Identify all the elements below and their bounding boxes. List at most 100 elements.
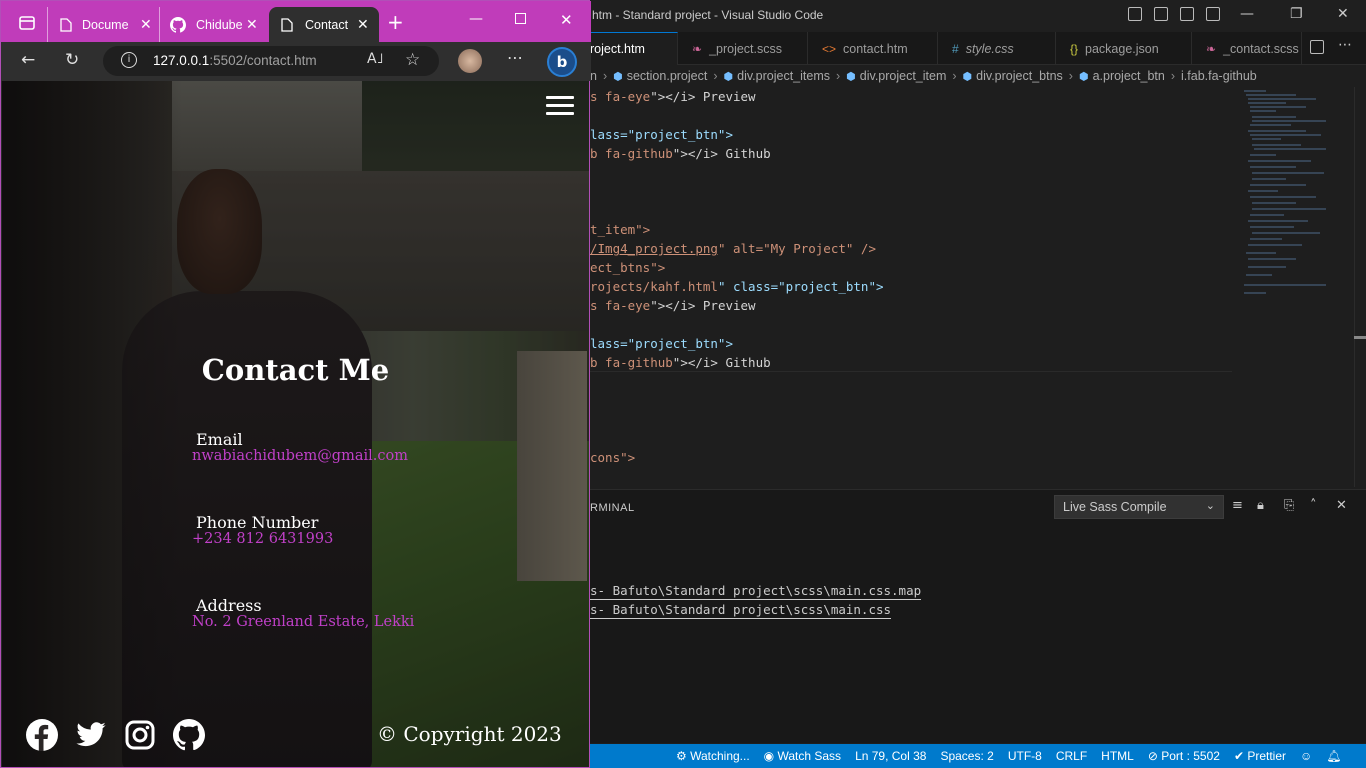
output-channel-select[interactable]: Live Sass Compile ⌄ bbox=[1054, 495, 1224, 519]
breadcrumb-item[interactable]: i.fab.fa-github bbox=[1181, 69, 1257, 83]
tab-project-scss[interactable]: ❧ _project.scss bbox=[678, 32, 808, 65]
breadcrumb-item[interactable]: n bbox=[590, 69, 597, 83]
document-icon bbox=[60, 17, 72, 32]
page-title: Contact Me bbox=[201, 353, 390, 387]
close-tab-icon[interactable]: ✕ bbox=[140, 16, 152, 33]
minimap[interactable] bbox=[1236, 87, 1356, 307]
minimize-icon[interactable]: — bbox=[469, 11, 483, 27]
hamburger-menu-icon[interactable] bbox=[546, 96, 574, 116]
browser-tab-document[interactable]: Docume ✕ bbox=[47, 7, 159, 42]
profile-avatar[interactable] bbox=[458, 49, 482, 73]
close-tab-icon[interactable]: ✕ bbox=[246, 16, 258, 33]
status-encoding[interactable]: UTF-8 bbox=[1008, 749, 1042, 763]
browser-tab-github[interactable]: Chidube ✕ bbox=[159, 7, 267, 42]
chevron-down-icon: ⌄ bbox=[1205, 500, 1215, 512]
status-prettier[interactable]: ✔ Prettier bbox=[1234, 749, 1286, 763]
status-cursor-position[interactable]: Ln 79, Col 38 bbox=[855, 749, 926, 763]
tab-label: roject.htm bbox=[590, 42, 645, 56]
browser-tab-contact[interactable]: Contact ✕ bbox=[269, 7, 379, 42]
scrollbar-thumb[interactable] bbox=[1354, 336, 1366, 339]
close-window-icon[interactable]: ✕ bbox=[560, 11, 573, 29]
code-line: lass="project_btn"> bbox=[590, 336, 733, 351]
toggle-secondary-sidebar-icon[interactable] bbox=[1180, 7, 1194, 21]
status-live-server-port[interactable]: ⊘ Port : 5502 bbox=[1148, 749, 1220, 763]
lock-icon[interactable]: 🔒︎ bbox=[1257, 498, 1264, 513]
email-label: Email bbox=[196, 430, 243, 449]
feedback-icon[interactable]: ☺ bbox=[1300, 749, 1312, 763]
terminal-panel: RMINAL Live Sass Compile ⌄ ≡ 🔒︎ ⎘ ˄ ✕ s-… bbox=[590, 489, 1366, 743]
address-bar[interactable]: i 127.0.0.1:5502/contact.htm A˩ ☆ bbox=[103, 46, 439, 76]
breadcrumb-item[interactable]: ⬢ a.project_btn bbox=[1079, 69, 1165, 83]
maximize-icon[interactable] bbox=[515, 13, 526, 24]
code-editor[interactable]: s fa-eye"></i> Preview lass="project_btn… bbox=[590, 87, 1232, 487]
notifications-bell-icon[interactable]: 🔔︎ bbox=[1326, 749, 1341, 763]
toggle-sidebar-icon[interactable] bbox=[1128, 7, 1142, 21]
more-actions-icon[interactable]: ⋯ bbox=[1338, 37, 1352, 53]
chevron-right-icon: › bbox=[713, 69, 718, 83]
tab-style-css[interactable]: # style.css bbox=[938, 32, 1056, 65]
code-line: s fa-eye"></i> Preview bbox=[590, 298, 756, 313]
document-icon bbox=[281, 17, 293, 32]
tab-label: contact.htm bbox=[843, 41, 908, 56]
tab-actions-icon[interactable] bbox=[19, 16, 35, 30]
sass-file-icon: ❧ bbox=[692, 41, 703, 56]
chevron-right-icon: › bbox=[602, 69, 608, 83]
tab-contact-scss[interactable]: ❧ _contact.scss bbox=[1192, 32, 1302, 65]
chevron-right-icon: › bbox=[1068, 69, 1073, 83]
minimize-icon[interactable]: — bbox=[1240, 6, 1254, 22]
read-aloud-icon[interactable]: A˩ bbox=[367, 51, 383, 67]
chevron-right-icon: › bbox=[952, 69, 957, 83]
email-link[interactable]: nwabiachidubem@gmail.com bbox=[192, 448, 408, 464]
editor-scrollbar[interactable] bbox=[1354, 87, 1366, 487]
code-line: t_item"> bbox=[590, 222, 651, 237]
breadcrumb-item[interactable]: ⬢ section.project bbox=[613, 69, 707, 83]
twitter-icon[interactable] bbox=[75, 719, 107, 751]
maximize-panel-icon[interactable]: ˄ bbox=[1310, 498, 1317, 513]
close-icon[interactable]: ✕ bbox=[1337, 6, 1349, 22]
status-watch-sass[interactable]: ◉ Watch Sass bbox=[764, 749, 841, 763]
terminal-tab[interactable]: RMINAL bbox=[590, 502, 635, 514]
tab-project-htm[interactable]: roject.htm bbox=[590, 32, 678, 65]
favorite-star-icon[interactable]: ☆ bbox=[405, 50, 420, 70]
status-indentation[interactable]: Spaces: 2 bbox=[940, 749, 993, 763]
tab-label: _contact.scss bbox=[1223, 41, 1299, 56]
sass-file-icon: ❧ bbox=[1206, 41, 1217, 56]
split-editor-icon[interactable] bbox=[1310, 40, 1324, 54]
tab-contact-htm[interactable]: <> contact.htm bbox=[808, 32, 938, 65]
customize-layout-icon[interactable] bbox=[1206, 7, 1220, 21]
status-language[interactable]: HTML bbox=[1101, 749, 1134, 763]
new-tab-icon[interactable]: + bbox=[387, 10, 404, 34]
breadcrumb-item[interactable]: ⬢ div.project_btns bbox=[963, 69, 1063, 83]
site-info-icon[interactable]: i bbox=[121, 52, 137, 68]
close-panel-icon[interactable]: ✕ bbox=[1336, 498, 1347, 513]
chevron-right-icon: › bbox=[1170, 69, 1176, 83]
facebook-icon[interactable] bbox=[26, 719, 58, 751]
browser-tab-bar: Docume ✕ Chidube ✕ Contact ✕ + — ✕ bbox=[1, 1, 591, 42]
code-line: lass="project_btn"> bbox=[590, 127, 733, 142]
code-line: rojects/kahf.html" class="project_btn"> bbox=[590, 279, 884, 294]
tab-package-json[interactable]: {} package.json bbox=[1056, 32, 1192, 65]
browser-tab-label: Contact bbox=[305, 17, 349, 32]
select-value: Live Sass Compile bbox=[1063, 500, 1167, 514]
web-page: Contact Me Email nwabiachidubem@gmail.co… bbox=[2, 81, 589, 767]
breadcrumb-item[interactable]: ⬢ div.project_items bbox=[724, 69, 830, 83]
instagram-icon[interactable] bbox=[124, 719, 156, 751]
chevron-right-icon: › bbox=[835, 69, 841, 83]
status-watching[interactable]: ⚙ Watching... bbox=[676, 749, 750, 763]
breadcrumb-item[interactable]: ⬢ div.project_item bbox=[846, 69, 946, 83]
code-line: s fa-eye"></i> Preview bbox=[590, 89, 756, 104]
close-tab-icon[interactable]: ✕ bbox=[357, 16, 369, 33]
restore-icon[interactable]: ❐ bbox=[1290, 6, 1303, 22]
code-line: ect_btns"> bbox=[590, 260, 666, 275]
filter-lines-icon[interactable]: ≡ bbox=[1232, 498, 1243, 513]
back-arrow-icon[interactable]: ← bbox=[21, 50, 35, 70]
browser-toolbar: ← ↻ i 127.0.0.1:5502/contact.htm A˩ ☆ ⋯ … bbox=[1, 42, 591, 81]
refresh-icon[interactable]: ↻ bbox=[65, 50, 79, 70]
more-options-icon[interactable]: ⋯ bbox=[507, 48, 523, 67]
status-eol[interactable]: CRLF bbox=[1056, 749, 1087, 763]
toggle-panel-icon[interactable] bbox=[1154, 7, 1168, 21]
clear-output-icon[interactable]: ⎘ bbox=[1284, 498, 1294, 513]
phone-link[interactable]: +234 812 6431993 bbox=[192, 531, 333, 547]
bing-copilot-icon[interactable]: b bbox=[547, 47, 577, 77]
github-icon[interactable] bbox=[173, 719, 205, 751]
